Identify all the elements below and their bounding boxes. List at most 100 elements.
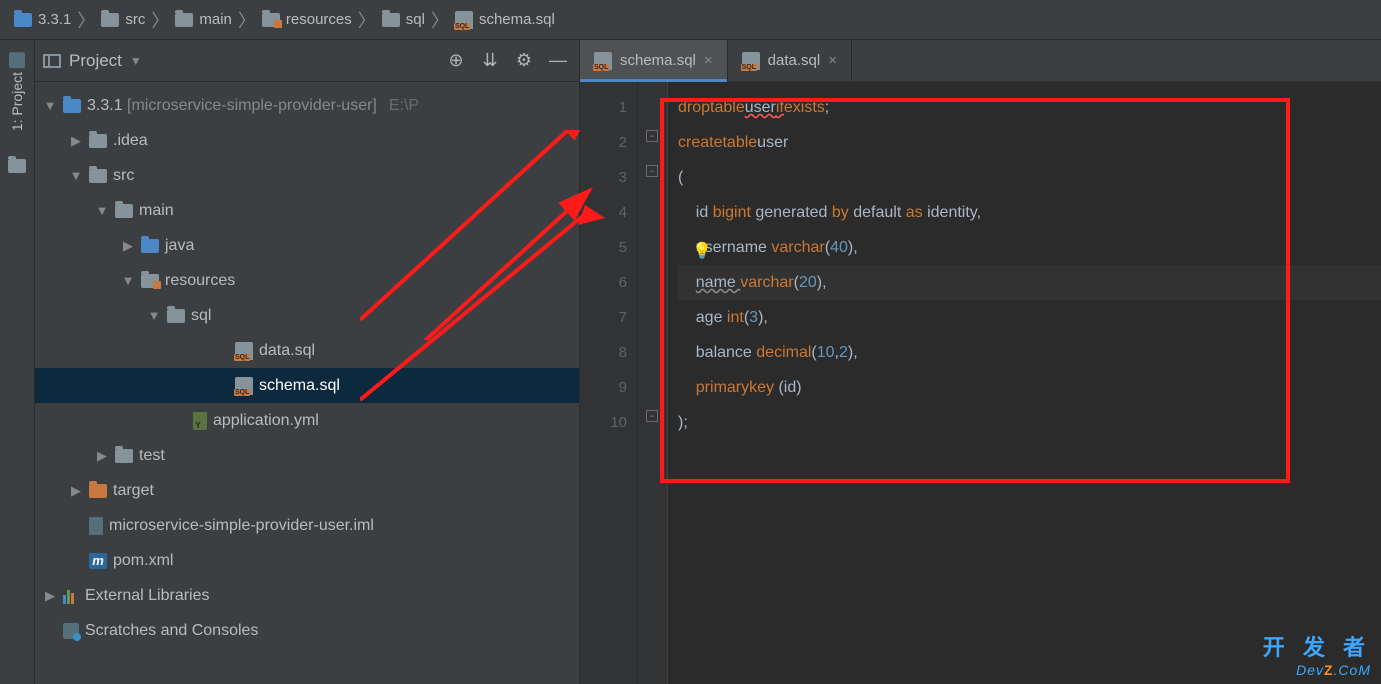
chevron-right-icon: 〉 [77,7,95,33]
folder-icon [14,13,32,27]
tree-row[interactable]: m pom.xml [35,543,579,578]
panel-icon [43,54,61,68]
expand-toggle-icon[interactable]: ▶ [121,238,135,254]
tree-row[interactable]: microservice-simple-provider-user.iml [35,508,579,543]
tree-row[interactable]: ▶External Libraries [35,578,579,613]
iml-file-icon [89,517,103,535]
maven-file-icon: m [89,553,107,569]
expand-toggle-icon[interactable]: ▼ [95,203,109,218]
tree-row[interactable]: application.yml [35,403,579,438]
breadcrumb-seg[interactable]: 3.3.1 [10,11,75,28]
chevron-right-icon: 〉 [151,7,169,33]
expand-toggle-icon[interactable]: ▶ [69,133,83,149]
tree-row[interactable]: schema.sql [35,368,579,403]
gutter-line: 9 [580,370,627,405]
expand-toggle-icon[interactable]: ▼ [43,98,57,113]
expand-toggle-icon[interactable]: ▶ [95,448,109,464]
breadcrumb-seg[interactable]: main [171,11,236,28]
tree-row[interactable]: ▶ target [35,473,579,508]
fold-handle-icon[interactable]: − [646,410,658,422]
folder-icon [167,309,185,323]
settings-button[interactable]: ⚙ [511,48,537,74]
project-panel-header: Project ▼ ⊕ ⇊ ⚙ — [35,40,579,82]
folder-icon [89,484,107,498]
close-tab-icon[interactable]: × [828,52,837,69]
tree-row[interactable]: ▶ .idea [35,123,579,158]
breadcrumb-seg[interactable]: sql [378,11,429,28]
collapse-all-button[interactable]: ⇊ [477,48,503,74]
gutter-line: 10 [580,405,627,440]
project-panel: Project ▼ ⊕ ⇊ ⚙ — ▼ 3.3.1 [microservice-s… [35,40,580,684]
chevron-right-icon: 〉 [431,7,449,33]
gutter-line: 6 [580,265,627,300]
yml-file-icon [193,412,207,430]
tree-label: java [165,237,194,255]
sql-file-icon [594,52,612,70]
folder-icon [141,239,159,253]
gutter-line: 7 [580,300,627,335]
gutter-line: 4 [580,195,627,230]
tree-label: pom.xml [113,552,173,570]
gutter-line: 5 [580,230,627,265]
fold-gutter[interactable]: − − − [638,82,668,684]
tree-label: .idea [113,132,148,150]
breadcrumb-seg[interactable]: src [97,11,149,28]
breadcrumb-seg[interactable]: resources [258,11,356,28]
expand-toggle-icon[interactable]: ▼ [121,273,135,288]
gutter-line: 1 [580,90,627,125]
tree-label: resources [165,272,235,290]
tree-row[interactable]: ▼ resources [35,263,579,298]
fold-handle-icon[interactable]: − [646,130,658,142]
tree-label: 3.3.1 [microservice-simple-provider-user… [87,97,377,115]
structure-tool-button[interactable] [8,159,26,178]
editor-tab[interactable]: data.sql × [728,40,852,81]
tree-row[interactable]: ▶ test [35,438,579,473]
tree-row[interactable]: ▼ main [35,193,579,228]
fold-handle-icon[interactable]: − [646,165,658,177]
folder-icon [115,204,133,218]
folder-icon [115,449,133,463]
sql-file-icon [742,52,760,70]
tree-label: src [113,167,134,185]
project-panel-title[interactable]: Project ▼ [43,51,435,71]
tree-label: schema.sql [259,377,340,395]
tree-row[interactable]: Scratches and Consoles [35,613,579,648]
tree-row[interactable]: ▼sql [35,298,579,333]
locate-button[interactable]: ⊕ [443,48,469,74]
intention-bulb-icon[interactable]: 💡 [692,234,708,250]
library-icon [63,588,79,604]
gutter-line: 8 [580,335,627,370]
tree-row[interactable]: ▼ src [35,158,579,193]
expand-toggle-icon[interactable]: ▼ [69,168,83,183]
tree-label: main [139,202,174,220]
tree-row[interactable]: ▶ java [35,228,579,263]
tree-label: test [139,447,165,465]
scratch-icon [63,623,79,639]
gutter-line: 2 [580,125,627,160]
chevron-right-icon: 〉 [358,7,376,33]
folder-icon [89,169,107,183]
tree-label: target [113,482,154,500]
expand-toggle-icon[interactable]: ▶ [43,588,57,604]
tree-row[interactable]: ▼ 3.3.1 [microservice-simple-provider-use… [35,88,579,123]
project-tree[interactable]: ▼ 3.3.1 [microservice-simple-provider-use… [35,82,579,684]
gutter-line: 3 [580,160,627,195]
close-tab-icon[interactable]: × [704,52,713,69]
project-tool-tab[interactable]: 1: Project [5,44,29,139]
tree-label: application.yml [213,412,319,430]
sql-file-icon [235,377,253,395]
hide-button[interactable]: — [545,48,571,74]
resources-folder-icon [141,274,159,288]
editor-tab[interactable]: schema.sql × [580,40,728,81]
code-content[interactable]: drop table user if exists; create table … [668,82,1381,684]
code-area[interactable]: 12345678910 − − − drop table user if exi… [580,82,1381,684]
folder-icon [101,13,119,27]
expand-toggle-icon[interactable]: ▼ [147,308,161,323]
chevron-down-icon: ▼ [130,54,142,68]
project-tool-icon [9,52,25,68]
breadcrumb-bar: 3.3.1〉 src〉 main〉 resources〉 sql〉 schema… [0,0,1381,40]
tree-row[interactable]: data.sql [35,333,579,368]
expand-toggle-icon[interactable]: ▶ [69,483,83,499]
breadcrumb-seg[interactable]: schema.sql [451,11,559,29]
folder-icon [175,13,193,27]
